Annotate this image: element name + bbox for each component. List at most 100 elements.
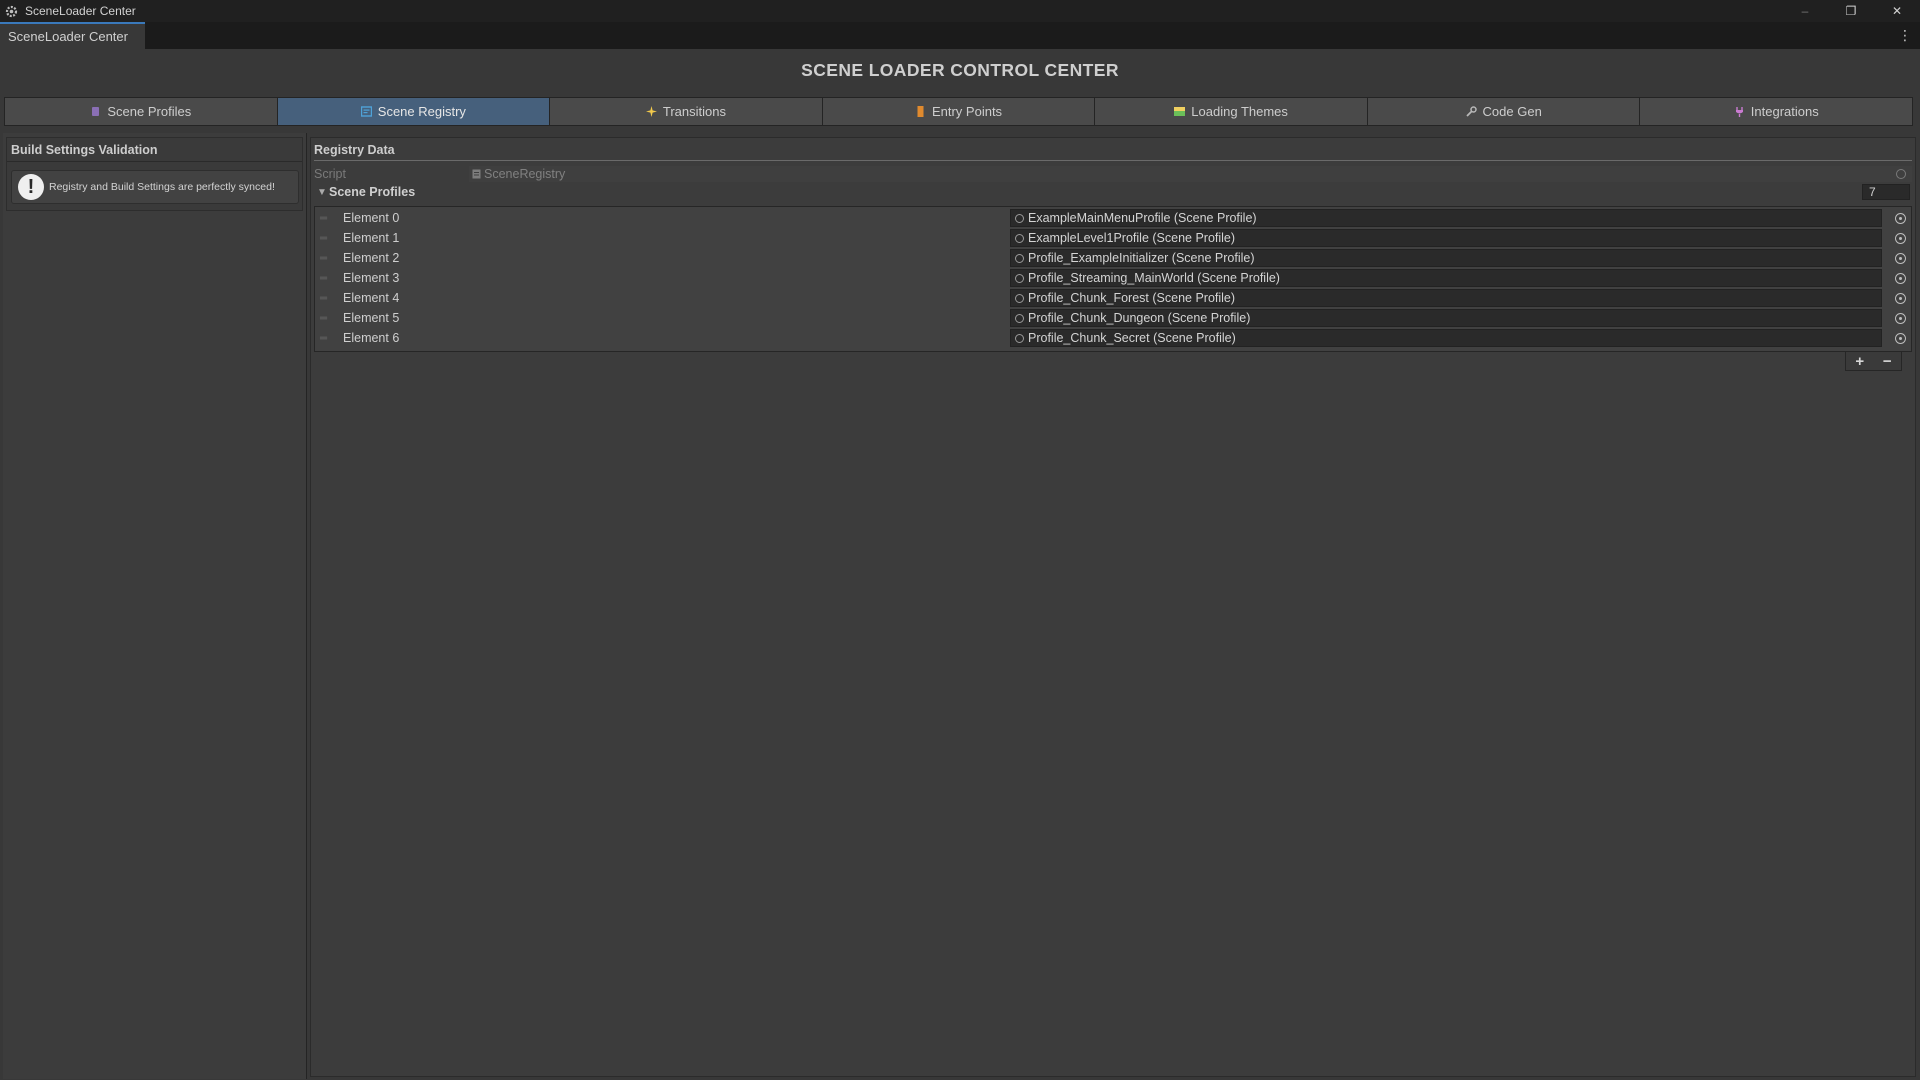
object-value: Profile_Streaming_MainWorld (Scene Profi… [1028,271,1280,285]
tab-code-gen[interactable]: Code Gen [1367,98,1640,125]
element-label: Element 1 [343,231,400,245]
list-item: ═ Element 2 Profile_ExampleInitializer (… [315,248,1911,268]
minimize-button[interactable]: – [1782,0,1828,22]
scriptable-object-icon [1015,213,1024,223]
close-button[interactable]: ✕ [1874,0,1920,22]
header-divider [314,160,1912,161]
registry-panel: Registry Data Script SceneRegistry ▼ Sce… [310,137,1916,1077]
object-picker-icon[interactable] [1895,332,1906,344]
script-field: SceneRegistry [469,165,1912,182]
restore-button[interactable]: ❐ [1828,0,1874,22]
sparkle-icon [645,106,657,117]
editor-tab[interactable]: SceneLoader Center [0,22,145,49]
window-title: SceneLoader Center [25,4,136,18]
object-picker-icon[interactable] [1895,212,1906,224]
list-item: ═ Element 3 Profile_Streaming_MainWorld … [315,268,1911,288]
remove-element-button[interactable]: − [1883,353,1892,370]
drag-handle-icon[interactable]: ═ [315,333,335,344]
object-value: Profile_Chunk_Secret (Scene Profile) [1028,331,1236,345]
object-picker-icon [1896,168,1906,179]
exclamation-icon: ! [18,174,44,200]
scriptable-object-icon [1015,233,1024,243]
tab-label: Entry Points [931,104,1003,119]
object-picker-icon[interactable] [1895,312,1906,324]
list-item: ═ Element 6 Profile_Chunk_Secret (Scene … [315,328,1911,348]
validation-title: Build Settings Validation [7,138,302,162]
element-label: Element 6 [343,331,400,345]
drag-handle-icon[interactable]: ═ [315,313,335,324]
object-field[interactable]: Profile_Chunk_Secret (Scene Profile) [1010,329,1882,347]
object-picker-icon[interactable] [1895,292,1906,304]
object-value: Profile_Chunk_Forest (Scene Profile) [1028,291,1236,305]
object-value: ExampleMainMenuProfile (Scene Profile) [1028,211,1257,225]
object-field[interactable]: Profile_Chunk_Dungeon (Scene Profile) [1010,309,1882,327]
array-size-field[interactable]: 7 [1862,184,1910,200]
validation-panel: Build Settings Validation ! Registry and… [3,133,307,1079]
object-picker-icon[interactable] [1895,232,1906,244]
drag-handle-icon[interactable]: ═ [315,233,335,244]
main-toolbar: Scene Profiles Scene Registry Transition… [4,97,1913,126]
tab-label: Integrations [1750,104,1819,119]
script-file-icon [472,169,481,178]
profile-icon [92,107,100,116]
foldout-arrow-icon[interactable]: ▼ [314,187,329,198]
object-field[interactable]: Profile_ExampleInitializer (Scene Profil… [1010,249,1882,267]
tab-label: Transitions [662,104,726,119]
drag-handle-icon[interactable]: ═ [315,213,335,224]
window-titlebar: SceneLoader Center – ❐ ✕ [0,0,1920,22]
tab-integrations[interactable]: Integrations [1640,98,1913,125]
tab-entry-points[interactable]: Entry Points [822,98,1095,125]
object-field[interactable]: ExampleMainMenuProfile (Scene Profile) [1010,209,1882,227]
scriptable-object-icon [1015,273,1024,283]
scene-profiles-list: ═ Element 0 ExampleMainMenuProfile (Scen… [314,206,1912,352]
drag-handle-icon[interactable]: ═ [315,253,335,264]
tab-loading-themes[interactable]: Loading Themes [1095,98,1367,125]
object-field[interactable]: Profile_Streaming_MainWorld (Scene Profi… [1010,269,1882,287]
list-item: ═ Element 5 Profile_Chunk_Dungeon (Scene… [315,308,1911,328]
object-picker-icon[interactable] [1895,272,1906,284]
registry-header: Registry Data [314,143,395,157]
validation-box: Build Settings Validation ! Registry and… [6,137,303,211]
tab-transitions[interactable]: Transitions [550,98,822,125]
window-controls: – ❐ ✕ [1782,0,1920,22]
scriptable-object-icon [1015,333,1024,343]
script-label: Script [314,166,346,181]
list-item: ═ Element 4 Profile_Chunk_Forest (Scene … [315,288,1911,308]
tab-scene-profiles[interactable]: Scene Profiles [5,98,277,125]
validation-message: Registry and Build Settings are perfectl… [49,181,275,193]
object-field[interactable]: ExampleLevel1Profile (Scene Profile) [1010,229,1882,247]
drag-handle-icon[interactable]: ═ [315,273,335,284]
help-box: ! Registry and Build Settings are perfec… [11,170,299,204]
tab-label: Code Gen [1482,104,1542,119]
drag-handle-icon[interactable]: ═ [315,293,335,304]
plug-icon [1735,107,1743,117]
scene-profiles-foldout[interactable]: ▼ Scene Profiles 7 [314,183,1912,201]
object-value: Profile_Chunk_Dungeon (Scene Profile) [1028,311,1251,325]
element-label: Element 2 [343,251,400,265]
element-label: Element 5 [343,311,400,325]
tab-scene-registry[interactable]: Scene Registry [277,98,550,125]
registry-icon [360,106,372,117]
element-label: Element 3 [343,271,400,285]
door-icon [917,106,924,117]
foldout-label: Scene Profiles [329,185,416,199]
element-label: Element 0 [343,211,400,225]
tab-label: Loading Themes [1191,104,1288,119]
page-title: SCENE LOADER CONTROL CENTER [801,60,1119,80]
object-field[interactable]: Profile_Chunk_Forest (Scene Profile) [1010,289,1882,307]
list-item: ═ Element 0 ExampleMainMenuProfile (Scen… [315,208,1911,228]
add-element-button[interactable]: + [1855,353,1864,370]
element-label: Element 4 [343,291,400,305]
editor-tab-strip: SceneLoader Center ⋮ [0,22,1920,49]
kebab-menu-icon[interactable]: ⋮ [1898,27,1912,43]
image-icon [1174,107,1186,116]
script-row: Script SceneRegistry [314,165,1912,182]
tab-label: Scene Profiles [107,104,192,119]
list-item: ═ Element 1 ExampleLevel1Profile (Scene … [315,228,1911,248]
object-picker-icon[interactable] [1895,252,1906,264]
tab-label: Scene Registry [377,104,466,119]
app-gear-icon [5,4,19,18]
list-add-remove: + − [1845,352,1902,371]
object-value: ExampleLevel1Profile (Scene Profile) [1028,231,1236,245]
scriptable-object-icon [1015,313,1024,323]
